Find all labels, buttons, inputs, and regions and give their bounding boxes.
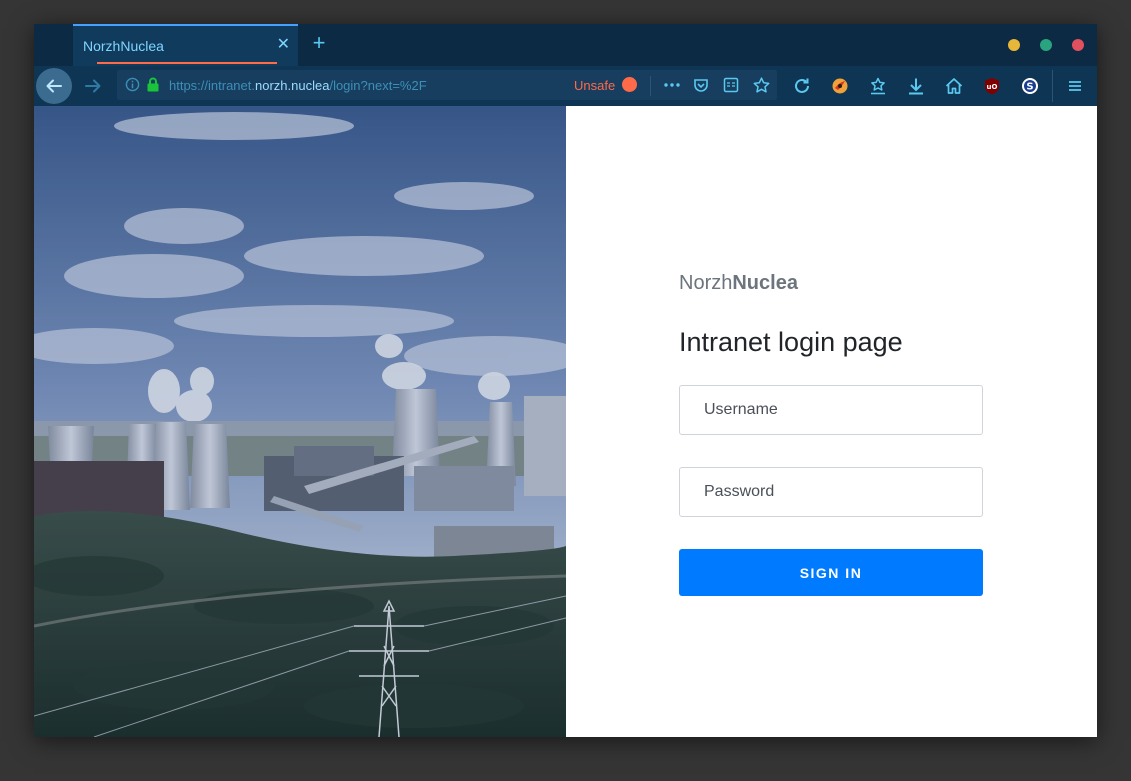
more-icon[interactable]	[663, 78, 681, 92]
download-icon	[909, 78, 923, 95]
forward-button[interactable]	[82, 75, 104, 97]
svg-text:uO: uO	[987, 83, 998, 91]
browser-window: NorzhNuclea ✕ + https://intranet.norzh.n…	[34, 24, 1097, 737]
toolbar-separator	[1052, 70, 1053, 102]
unsafe-label[interactable]: Unsafe	[574, 78, 615, 93]
s-extension-button[interactable]: S	[1020, 76, 1040, 96]
url-text[interactable]: https://intranet.norzh.nuclea/login?next…	[169, 78, 427, 93]
password-field[interactable]	[679, 467, 983, 517]
tab-loading-line	[97, 62, 277, 64]
bookmarks-icon	[871, 77, 885, 95]
ublock-button[interactable]: uO	[982, 76, 1002, 96]
maximize-window-button[interactable]	[1040, 39, 1052, 51]
minimize-window-button[interactable]	[1008, 39, 1020, 51]
url-prefix: https://intranet.	[169, 78, 255, 93]
bookmark-star-icon[interactable]	[753, 77, 770, 93]
address-bar[interactable]: https://intranet.norzh.nuclea/login?next…	[117, 70, 777, 100]
menu-button[interactable]	[1065, 76, 1085, 96]
unsafe-indicator-icon[interactable]	[622, 77, 637, 92]
download-button[interactable]	[906, 76, 926, 96]
bookmarks-button[interactable]	[868, 76, 888, 96]
menu-icon	[1069, 81, 1081, 91]
close-tab-icon[interactable]: ✕	[277, 37, 290, 53]
reload-button[interactable]	[792, 76, 812, 96]
back-arrow-icon	[46, 79, 62, 93]
lock-icon[interactable]	[146, 77, 160, 92]
brand-bold: Nuclea	[732, 272, 798, 294]
sign-in-button[interactable]: SIGN IN	[679, 549, 983, 596]
tab-bar: NorzhNuclea ✕ +	[34, 24, 1097, 66]
active-tab[interactable]: NorzhNuclea ✕	[73, 24, 298, 66]
login-panel: NorzhNuclea Intranet login page SIGN IN	[566, 106, 1097, 737]
new-tab-button[interactable]: +	[308, 32, 330, 54]
brand-logo: NorzhNuclea	[679, 272, 798, 295]
url-separator	[650, 76, 651, 96]
svg-text:S: S	[1026, 82, 1033, 93]
reload-icon	[795, 78, 809, 93]
brand-light: Norzh	[679, 272, 733, 294]
pocket-icon[interactable]	[693, 77, 709, 93]
reader-icon[interactable]	[723, 77, 739, 93]
navigation-toolbar: https://intranet.norzh.nuclea/login?next…	[34, 66, 1097, 106]
username-field[interactable]	[679, 385, 983, 435]
extension-button[interactable]	[830, 76, 850, 96]
extension-icon	[832, 78, 848, 94]
back-button[interactable]	[36, 68, 72, 104]
s-extension-icon: S	[1022, 78, 1038, 94]
tab-title: NorzhNuclea	[83, 38, 164, 54]
home-icon	[945, 78, 963, 94]
info-icon[interactable]	[125, 77, 140, 92]
url-path: /login?next=%2F	[329, 78, 427, 93]
close-window-button[interactable]	[1072, 39, 1084, 51]
ublock-icon: uO	[985, 78, 999, 95]
forward-arrow-icon	[85, 79, 101, 93]
power-plant-photo	[34, 106, 566, 737]
url-domain: norzh.nuclea	[255, 78, 330, 93]
page-title: Intranet login page	[679, 327, 903, 357]
home-button[interactable]	[944, 76, 964, 96]
